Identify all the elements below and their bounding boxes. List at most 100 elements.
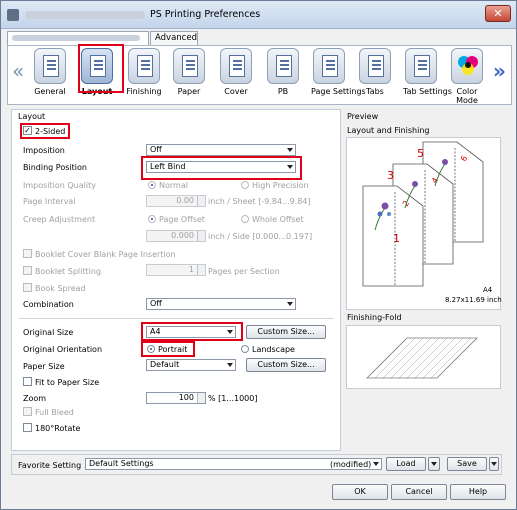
tab-advanced[interactable]: Advanced [150, 31, 198, 45]
scroll-left-icon[interactable]: « [12, 59, 24, 83]
booklet-splitting-input[interactable]: 1 [146, 264, 206, 276]
pb-icon [276, 55, 292, 77]
page-interval-input[interactable]: 0.00 [146, 195, 206, 207]
chevron-down-icon [227, 330, 233, 334]
page-offset-label: Page Offset [159, 215, 205, 224]
quality-normal-radio[interactable] [148, 181, 156, 189]
scroll-right-icon[interactable]: » [493, 59, 506, 83]
spinner-icon[interactable] [197, 265, 205, 275]
imposition-select[interactable]: Off [146, 144, 296, 156]
original-size-select[interactable]: A4 [146, 326, 236, 338]
paper-size-select[interactable]: Default [146, 359, 236, 371]
save-button[interactable]: Save [447, 457, 487, 471]
layout-icon [90, 55, 106, 77]
tool-color-mode[interactable]: Color Mode [448, 48, 486, 105]
two-sided-checkbox[interactable]: ✓ [23, 126, 32, 135]
tool-finishing[interactable]: Finishing [126, 48, 162, 96]
function-icon-bar: « General Layout Finishing Paper Cover P… [7, 45, 512, 105]
spinner-icon[interactable] [197, 393, 205, 403]
quality-high-radio[interactable] [241, 181, 249, 189]
layout-finishing-label: Layout and Finishing [347, 126, 430, 135]
creep-value-input[interactable]: 0.000 [146, 230, 206, 242]
layout-group-title: Layout [18, 112, 46, 121]
spinner-icon[interactable] [197, 231, 205, 241]
paper-size-label: Paper Size [23, 362, 65, 371]
tool-pb[interactable]: PB [265, 48, 301, 96]
close-button[interactable]: ✕ [485, 5, 511, 22]
tool-paper[interactable]: Paper [171, 48, 207, 96]
chevron-down-icon [431, 462, 437, 466]
divider [19, 318, 334, 319]
load-menu-button[interactable] [428, 457, 440, 471]
chevron-down-icon [373, 462, 379, 466]
chevron-down-icon [287, 148, 293, 152]
rotate-180-label: 180°Rotate [35, 424, 81, 433]
chevron-down-icon [287, 302, 293, 306]
tab-settings-icon [414, 55, 430, 77]
paper-custom-size-button[interactable]: Custom Size... [246, 358, 326, 372]
imposition-quality-label: Imposition Quality [23, 181, 96, 190]
preview-title: Preview [347, 112, 379, 121]
finishing-icon [137, 55, 153, 77]
portrait-radio[interactable] [147, 345, 155, 353]
help-button[interactable]: Help [450, 484, 506, 500]
page-number-5: 5 [417, 147, 424, 160]
fold-illustration [366, 337, 478, 379]
combination-select[interactable]: Off [146, 298, 296, 310]
booklet-cover-blank-checkbox[interactable] [23, 249, 32, 258]
two-sided-label: 2-Sided [35, 127, 66, 136]
creep-value-unit: inch / Side [0.000...0.197] [208, 232, 313, 241]
tabs-icon [368, 55, 384, 77]
window-title: PS Printing Preferences [150, 9, 261, 20]
printer-name-redacted [25, 11, 145, 19]
save-menu-button[interactable] [489, 457, 499, 471]
finishing-fold-label: Finishing-Fold [347, 313, 402, 322]
book-spread-label: Book Spread [35, 284, 86, 293]
modified-indicator: (modified) [330, 460, 372, 469]
whole-offset-radio[interactable] [241, 215, 249, 223]
zoom-label: Zoom [23, 394, 47, 403]
general-icon [43, 55, 59, 77]
load-button[interactable]: Load [386, 457, 426, 471]
fit-to-paper-label: Fit to Paper Size [35, 378, 100, 387]
booklet-splitting-checkbox[interactable] [23, 266, 32, 275]
zoom-input[interactable]: 100 [146, 392, 206, 404]
zoom-unit: % [1...1000] [208, 394, 258, 403]
original-custom-size-button[interactable]: Custom Size... [246, 325, 326, 339]
tool-layout[interactable]: Layout [79, 48, 115, 96]
tool-tab-settings[interactable]: Tab Settings [403, 48, 452, 96]
creep-adjustment-label: Creep Adjustment [23, 215, 96, 224]
preview-illustration: 5 3 1 6 4 2 [362, 141, 484, 287]
spinner-icon[interactable] [197, 196, 205, 206]
chevron-down-icon [491, 462, 497, 466]
printing-preferences-window: PS Printing Preferences ✕ Advanced « Gen… [0, 0, 517, 510]
cover-icon [229, 55, 245, 77]
chevron-down-icon [227, 363, 233, 367]
paper-icon [182, 55, 198, 77]
tool-page-settings[interactable]: Page Settings [311, 48, 366, 96]
ok-button[interactable]: OK [332, 484, 388, 500]
page-settings-icon [322, 55, 338, 77]
tab-main[interactable] [7, 31, 149, 45]
paper-name: A4 [483, 286, 493, 294]
page-number-1: 1 [393, 232, 400, 245]
binding-position-select[interactable]: Left Bind [146, 161, 296, 173]
booklet-cover-blank-label: Booklet Cover Blank Page Insertion [35, 250, 176, 259]
preview-panel: 5 3 1 6 4 2 A4 8.27x11.69 inch [346, 137, 502, 310]
tool-tabs[interactable]: Tabs [357, 48, 393, 96]
landscape-radio[interactable] [241, 345, 249, 353]
full-bleed-checkbox[interactable] [23, 407, 32, 416]
binding-position-label: Binding Position [23, 163, 87, 172]
rotate-180-checkbox[interactable] [23, 423, 32, 432]
landscape-label: Landscape [252, 345, 295, 354]
tool-general[interactable]: General [32, 48, 68, 96]
paper-dimensions: 8.27x11.69 inch [445, 296, 502, 304]
tool-cover[interactable]: Cover [218, 48, 254, 96]
cancel-button[interactable]: Cancel [391, 484, 447, 500]
color-mode-icon [458, 56, 478, 75]
page-interval-label: Page Interval [23, 197, 76, 206]
favorite-setting-select[interactable]: Default Settings (modified) [85, 458, 382, 470]
book-spread-checkbox[interactable] [23, 283, 32, 292]
fit-to-paper-checkbox[interactable] [23, 377, 32, 386]
page-offset-radio[interactable] [148, 215, 156, 223]
